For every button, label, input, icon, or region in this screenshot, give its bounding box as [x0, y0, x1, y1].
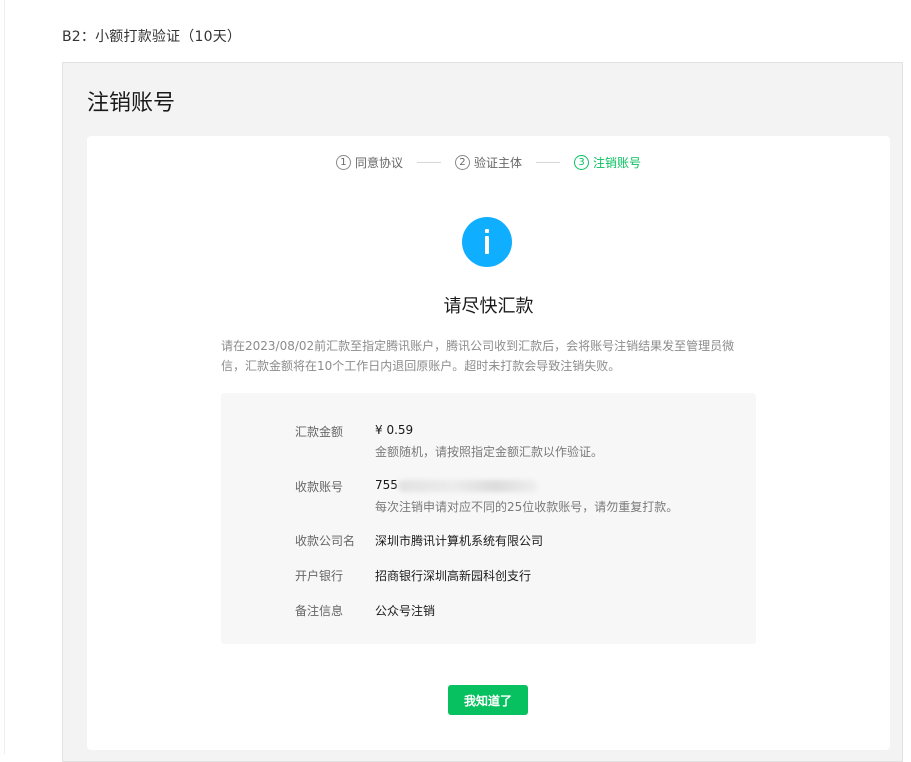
amount-value: ¥ 0.59	[375, 423, 414, 437]
account-value-visible: 755	[375, 478, 398, 492]
info-icon	[462, 217, 512, 267]
step-label: 验证主体	[473, 156, 522, 170]
cancel-account-panel: 注销账号 1 同意协议 2 验证主体 3 注销账号 请尽快汇款 请在2023/0…	[62, 62, 903, 762]
panel-title: 注销账号	[87, 91, 176, 116]
step-label: 注销账号	[593, 156, 642, 170]
step-verify: 2 验证主体	[454, 154, 522, 171]
step-agree: 1 同意协议	[335, 154, 403, 171]
amount-hint: 金额随机，请按照指定金额汇款以作验证。	[375, 445, 604, 459]
section-title: B2：小额打款验证（10天）	[62, 29, 242, 45]
account-label: 收款账号	[295, 480, 344, 494]
note-label: 备注信息	[295, 604, 344, 618]
headline: 请尽快汇款	[443, 296, 534, 317]
acknowledge-button[interactable]: 我知道了	[448, 685, 528, 715]
transfer-details: 汇款金额 ¥ 0.59 金额随机，请按照指定金额汇款以作验证。 收款账号 755…	[221, 393, 756, 644]
redacted-account-number	[397, 479, 538, 492]
step-number: 3	[574, 155, 589, 170]
bank-label: 开户银行	[295, 569, 344, 583]
account-value: 755	[375, 478, 538, 492]
company-value: 深圳市腾讯计算机系统有限公司	[375, 534, 544, 548]
instruction-text: 请在2023/08/02前汇款至指定腾讯账户，腾讯公司收到汇款后，会将账号注销结…	[221, 339, 735, 373]
step-connector	[536, 162, 560, 163]
step-number: 1	[335, 155, 351, 170]
note-value: 公众号注销	[375, 604, 436, 618]
step-connector	[416, 162, 441, 163]
company-label: 收款公司名	[295, 534, 356, 548]
step-cancel: 3 注销账号	[574, 154, 641, 171]
left-divider	[4, 0, 5, 754]
content-card: 1 同意协议 2 验证主体 3 注销账号 请尽快汇款 请在2023/08/02前…	[87, 136, 890, 750]
step-indicator: 1 同意协议 2 验证主体 3 注销账号	[87, 154, 890, 171]
account-hint: 每次注销申请对应不同的25位收款账号，请勿重复打款。	[375, 500, 679, 514]
amount-label: 汇款金额	[295, 425, 344, 439]
bank-value: 招商银行深圳高新园科创支行	[375, 569, 532, 583]
step-label: 同意协议	[354, 156, 403, 170]
step-number: 2	[454, 155, 470, 170]
